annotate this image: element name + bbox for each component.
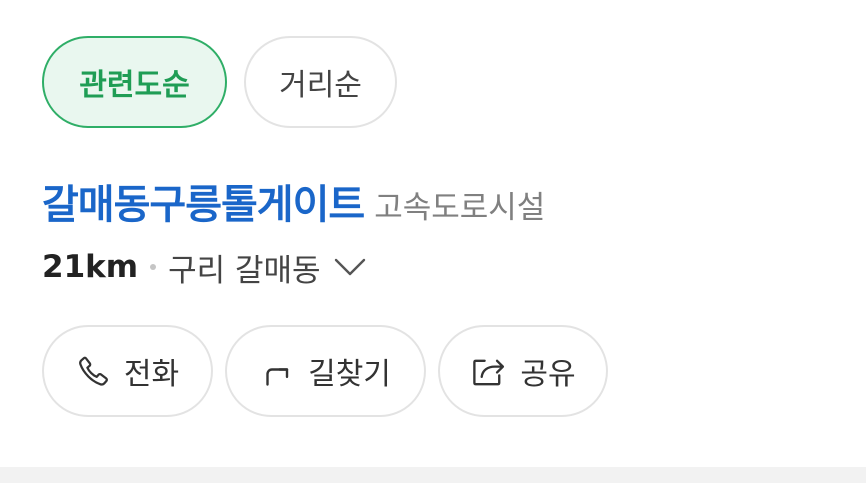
sort-tab-relevance[interactable]: 관련도순 xyxy=(42,36,227,128)
share-button[interactable]: 공유 xyxy=(438,325,608,417)
chevron-down-icon[interactable] xyxy=(333,256,367,278)
place-distance: 21km xyxy=(42,249,139,285)
phone-icon xyxy=(76,353,112,389)
separator-dot xyxy=(150,264,157,270)
place-title-row: 갈매동구릉톨게이트 고속도로시설 xyxy=(42,172,545,230)
place-result-card: 관련도순 거리순 갈매동구릉톨게이트 고속도로시설 21km 구리 갈매동 전화 xyxy=(0,0,866,483)
sort-tabs: 관련도순 거리순 xyxy=(42,36,397,128)
sort-tab-distance-label: 거리순 xyxy=(279,68,362,103)
sort-tab-distance[interactable]: 거리순 xyxy=(244,36,397,128)
place-name-link[interactable]: 갈매동구릉톨게이트 xyxy=(42,172,365,230)
section-divider xyxy=(0,467,866,483)
share-button-label: 공유 xyxy=(520,357,576,392)
turn-arrow-icon xyxy=(260,353,296,389)
place-category: 고속도로시설 xyxy=(374,190,546,226)
directions-button[interactable]: 길찾기 xyxy=(225,325,426,417)
directions-button-label: 길찾기 xyxy=(308,357,391,392)
call-button[interactable]: 전화 xyxy=(42,325,213,417)
place-address[interactable]: 구리 갈매동 xyxy=(168,245,320,290)
place-info-row: 21km 구리 갈매동 xyxy=(42,244,367,290)
action-buttons: 전화 길찾기 공유 xyxy=(42,325,608,417)
call-button-label: 전화 xyxy=(123,357,180,392)
sort-tab-relevance-label: 관련도순 xyxy=(79,68,190,103)
share-icon xyxy=(470,353,508,389)
